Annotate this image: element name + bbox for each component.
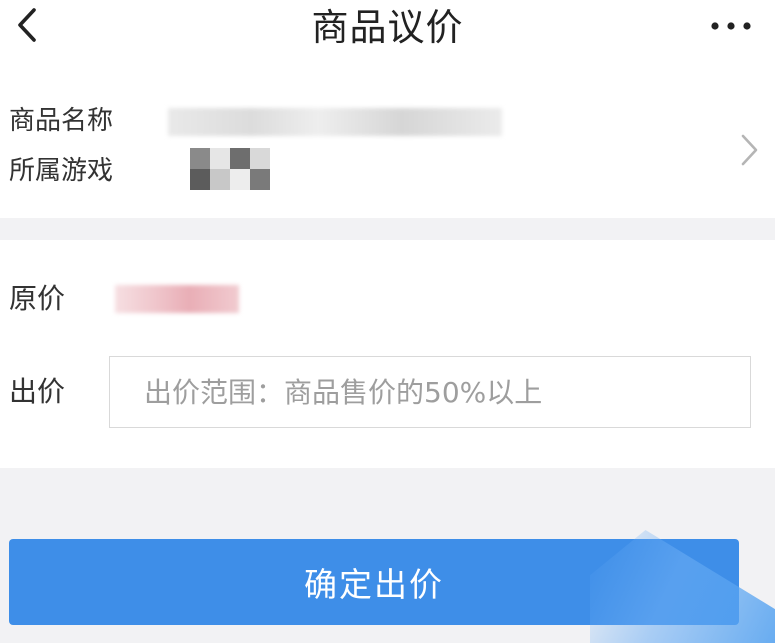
original-price-value-redacted [115, 285, 239, 313]
product-name-value-redacted [168, 108, 502, 136]
game-label: 所属游戏 [9, 156, 114, 186]
bid-price-input[interactable] [109, 356, 751, 428]
confirm-bid-button[interactable]: 确定出价 [9, 539, 739, 625]
product-info-row[interactable]: 商品名称 所属游戏 [0, 62, 775, 218]
page-title: 商品议价 [311, 6, 464, 49]
chevron-right-icon [737, 132, 761, 168]
original-price-label: 原价 [9, 282, 66, 315]
price-form: 原价 出价 [0, 240, 775, 468]
product-name-label: 商品名称 [9, 106, 114, 136]
game-value-redacted [190, 148, 270, 190]
top-nav-bar: 商品议价 [0, 0, 775, 62]
bid-label: 出价 [9, 375, 66, 408]
more-button[interactable] [709, 14, 753, 38]
more-horizontal-icon [711, 22, 751, 30]
